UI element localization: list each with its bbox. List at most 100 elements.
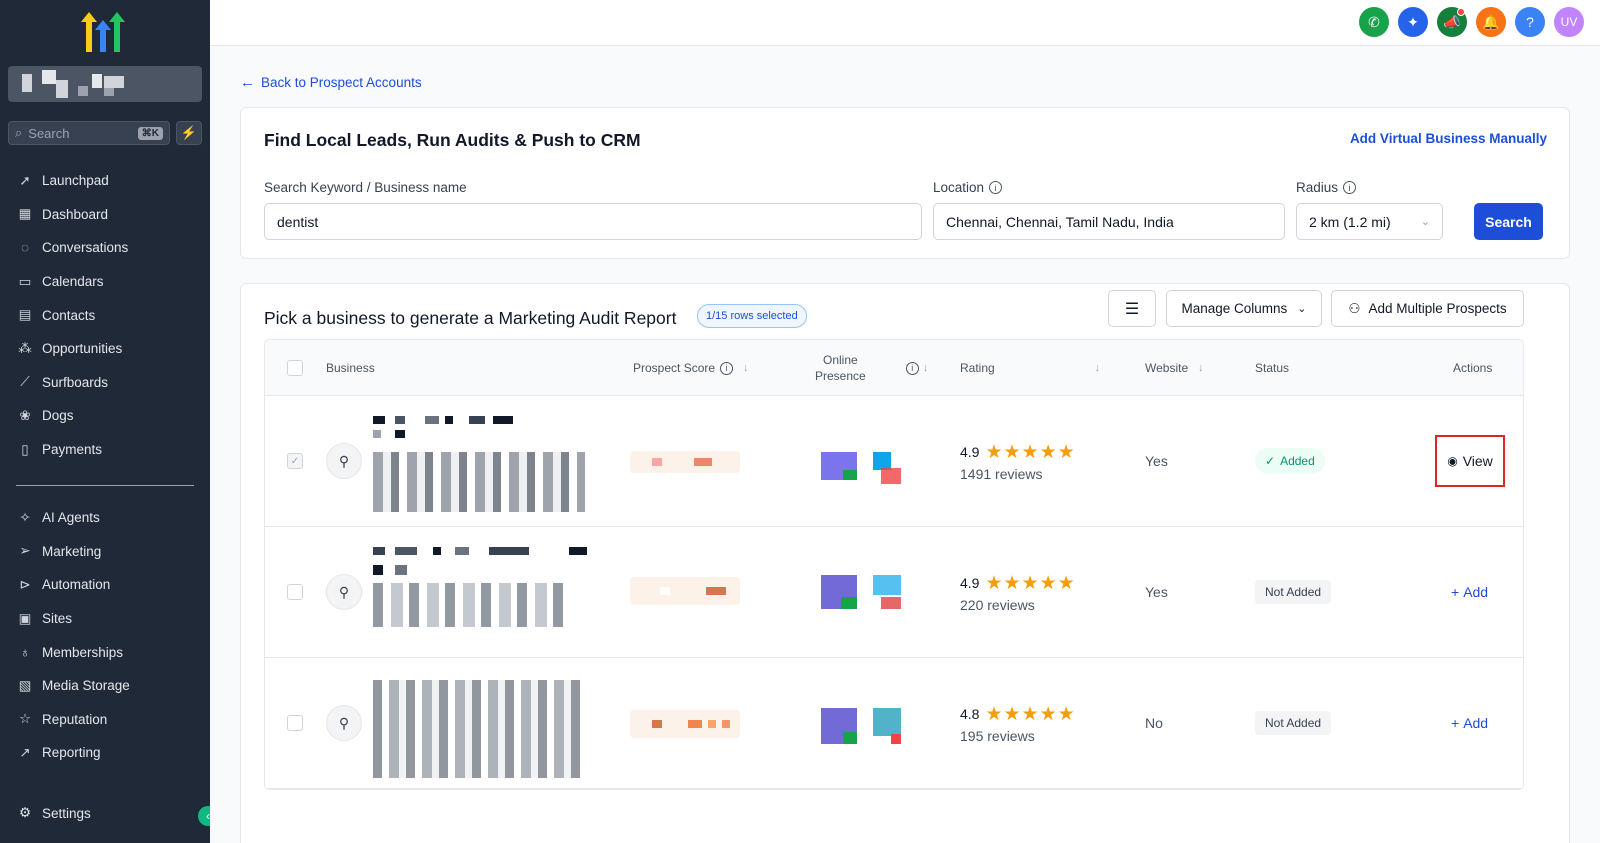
filter-icon: ☰ — [1124, 300, 1140, 318]
image-icon: ▧ — [18, 677, 32, 693]
sidebar-item-launchpad[interactable]: ➚ Launchpad — [0, 164, 210, 198]
quick-action-button[interactable]: ⚡ — [176, 121, 202, 145]
gear-icon: ⚙ — [18, 805, 32, 820]
rating-value: 4.9 — [960, 444, 980, 460]
website-value: Yes — [1145, 584, 1168, 600]
col-online-presence[interactable]: Online Presence i ↓ — [815, 340, 928, 396]
check-icon: ✓ — [1265, 454, 1276, 468]
add-prospect-button[interactable]: + Add — [1451, 584, 1488, 600]
row-checkbox[interactable] — [287, 584, 303, 600]
sidebar-item-label: Dashboard — [42, 206, 109, 222]
sidebar-item-label: Automation — [42, 577, 111, 593]
table-row[interactable]: ⚲ 4.9 ★★★★★ 220 reviews Yes Not Added + … — [265, 527, 1523, 658]
sidebar-item-ai-agents[interactable]: ✧ AI Agents — [0, 501, 210, 535]
col-prospect-score[interactable]: Prospect Score i ↓ — [633, 340, 749, 396]
sidebar-item-label: Contacts — [42, 307, 96, 323]
phone-button[interactable]: ✆ — [1359, 7, 1389, 37]
row-checkbox[interactable] — [287, 715, 303, 731]
sidebar-item-dogs[interactable]: ❀ Dogs — [0, 399, 210, 433]
calendar-icon: ▭ — [18, 273, 32, 289]
radius-label: Radius i — [1296, 180, 1357, 195]
top-bar: ✆ ✦ 📣 🔔 ? UV — [210, 0, 1600, 46]
table-row[interactable]: ✓ ⚲ 4.9 ★★★★★ 1491 reviews Yes ✓ Added ◉… — [265, 396, 1523, 527]
send-icon: ➢ — [19, 543, 31, 559]
business-name-redacted — [373, 547, 593, 632]
account-switcher[interactable] — [8, 66, 202, 102]
manage-columns-button[interactable]: Manage Columns ⌄ — [1166, 290, 1322, 327]
status-badge: Not Added — [1255, 580, 1332, 604]
notifications-button[interactable]: 🔔 — [1476, 7, 1506, 37]
sidebar-item-label: Sites — [42, 611, 73, 627]
sidebar-item-label: Media Storage — [42, 678, 130, 694]
sort-arrow-icon[interactable]: ↓ — [743, 362, 749, 374]
sidebar-item-label: Reporting — [42, 745, 101, 761]
location-input[interactable]: Chennai, Chennai, Tamil Nadu, India — [933, 203, 1285, 240]
sidebar-item-label: Conversations — [42, 240, 129, 256]
trend-icon: ↗ — [19, 744, 31, 760]
sort-arrow-icon[interactable]: ↓ — [1095, 362, 1101, 374]
sidebar-item-settings[interactable]: ⚙ Settings — [0, 796, 210, 830]
col-status[interactable]: Status — [1255, 340, 1289, 396]
view-button[interactable]: ◉ View — [1435, 435, 1505, 487]
website-value: No — [1145, 715, 1163, 731]
sidebar-item-label: Memberships — [42, 644, 124, 660]
search-icon: ⌕ — [15, 125, 23, 140]
sidebar-item-label: Settings — [42, 805, 91, 821]
network-icon: ⁂ — [18, 340, 32, 356]
online-presence-redacted — [821, 708, 903, 744]
sort-arrow-icon[interactable]: ↓ — [1198, 362, 1204, 374]
select-all-checkbox[interactable] — [287, 360, 303, 376]
sidebar-item-memberships[interactable]: ♁ Memberships — [0, 635, 210, 669]
sidebar-item-opportunities[interactable]: ⁂ Opportunities — [0, 332, 210, 366]
plus-icon: + — [1451, 584, 1460, 600]
website-value: Yes — [1145, 453, 1168, 469]
sidebar-item-contacts[interactable]: ▤ Contacts — [0, 298, 210, 332]
help-button[interactable]: ? — [1515, 7, 1545, 37]
announcements-button[interactable]: 📣 — [1437, 7, 1467, 37]
col-website[interactable]: Website ↓ — [1145, 340, 1204, 396]
search-placeholder: Search — [28, 125, 70, 141]
add-multiple-prospects-button[interactable]: ⚇ Add Multiple Prospects — [1331, 290, 1524, 327]
sort-arrow-icon[interactable]: ↓ — [923, 362, 929, 374]
finder-title: Find Local Leads, Run Audits & Push to C… — [264, 130, 641, 150]
sidebar-nav-primary: ➚ Launchpad ▦ Dashboard ◌ Conversations ▭ Ca… — [0, 164, 210, 466]
sidebar-nav-secondary: ✧ AI Agents ➢ Marketing ⊳ Automation ▣ Sites… — [0, 501, 210, 770]
add-virtual-business-link[interactable]: Add Virtual Business Manually — [1350, 131, 1547, 146]
filter-button[interactable]: ☰ — [1108, 290, 1156, 327]
sidebar-item-dashboard[interactable]: ▦ Dashboard — [0, 198, 210, 232]
app-logo-icon[interactable] — [80, 12, 126, 52]
sidebar-item-reporting[interactable]: ↗ Reporting — [0, 736, 210, 770]
sidebar-search-input[interactable]: ⌕ Search ⌘K — [8, 121, 170, 145]
add-prospect-button[interactable]: + Add — [1451, 715, 1488, 731]
sidebar-item-payments[interactable]: ▯ Payments — [0, 433, 210, 467]
sidebar-item-conversations[interactable]: ◌ Conversations — [0, 231, 210, 265]
sparkle-icon: ✧ — [19, 509, 31, 525]
sidebar-item-surfboards[interactable]: ⟋ Surfboards — [0, 366, 210, 400]
surfboard-icon: ⟋ — [20, 374, 30, 390]
keyword-input[interactable]: dentist — [264, 203, 922, 240]
sidebar-item-calendars[interactable]: ▭ Calendars — [0, 265, 210, 299]
info-icon[interactable]: i — [989, 181, 1003, 194]
sidebar-item-reputation[interactable]: ☆ Reputation — [0, 703, 210, 737]
sidebar-item-marketing[interactable]: ➢ Marketing — [0, 535, 210, 569]
search-button[interactable]: Search — [1474, 203, 1543, 240]
table-row[interactable]: ⚲ 4.8 ★★★★★ 195 reviews No Not Added + Add — [265, 658, 1523, 789]
col-business[interactable]: Business — [326, 340, 375, 396]
info-icon: i — [720, 361, 734, 375]
help-icon: ? — [1526, 14, 1534, 30]
info-icon[interactable]: i — [1343, 181, 1357, 194]
sidebar-item-media-storage[interactable]: ▧ Media Storage — [0, 669, 210, 703]
business-name-redacted — [373, 674, 593, 784]
ai-assistant-button[interactable]: ✦ — [1398, 7, 1428, 37]
back-link[interactable]: ← Back to Prospect Accounts — [240, 74, 422, 91]
sidebar-item-automation[interactable]: ⊳ Automation — [0, 568, 210, 602]
row-checkbox[interactable]: ✓ — [287, 453, 303, 469]
sidebar-item-label: AI Agents — [42, 510, 100, 526]
bell-icon: 🔔 — [1482, 13, 1500, 30]
sidebar-item-sites[interactable]: ▣ Sites — [0, 602, 210, 636]
radius-select[interactable]: 2 km (1.2 mi) ⌄ — [1296, 203, 1443, 240]
rocket-icon: ➚ — [19, 172, 31, 188]
col-rating[interactable]: Rating ↓ — [960, 340, 1100, 396]
business-name-redacted — [373, 416, 593, 518]
user-avatar[interactable]: UV — [1554, 7, 1584, 37]
